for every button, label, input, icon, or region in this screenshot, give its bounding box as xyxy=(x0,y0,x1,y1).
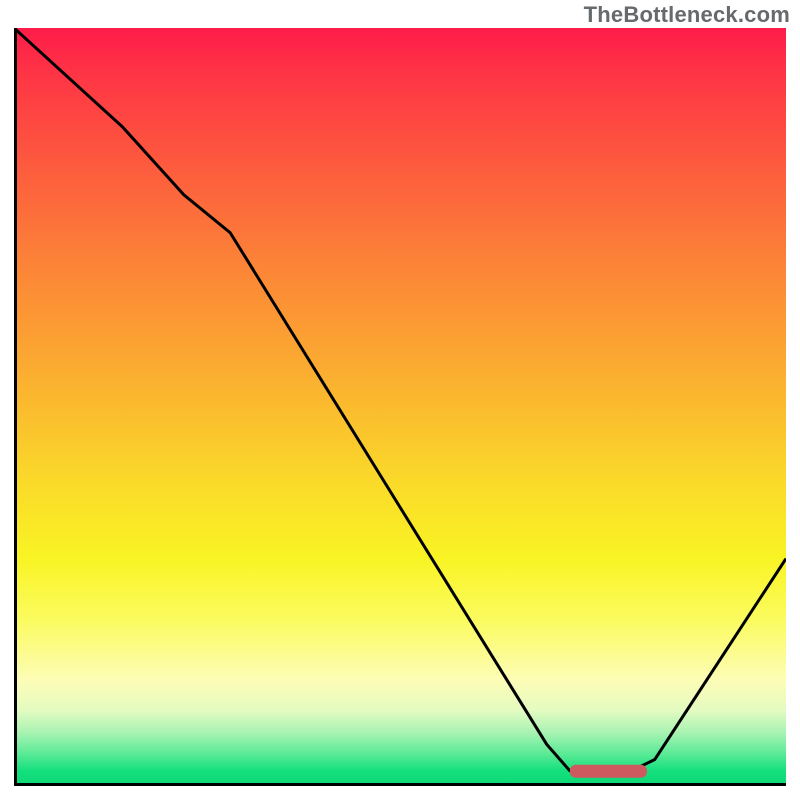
watermark-text: TheBottleneck.com xyxy=(584,2,790,28)
chart-container: TheBottleneck.com xyxy=(0,0,800,800)
plot-area xyxy=(14,28,786,786)
bottleneck-curve xyxy=(14,28,786,771)
curve-layer xyxy=(14,28,786,786)
optimal-zone-marker xyxy=(570,765,647,778)
